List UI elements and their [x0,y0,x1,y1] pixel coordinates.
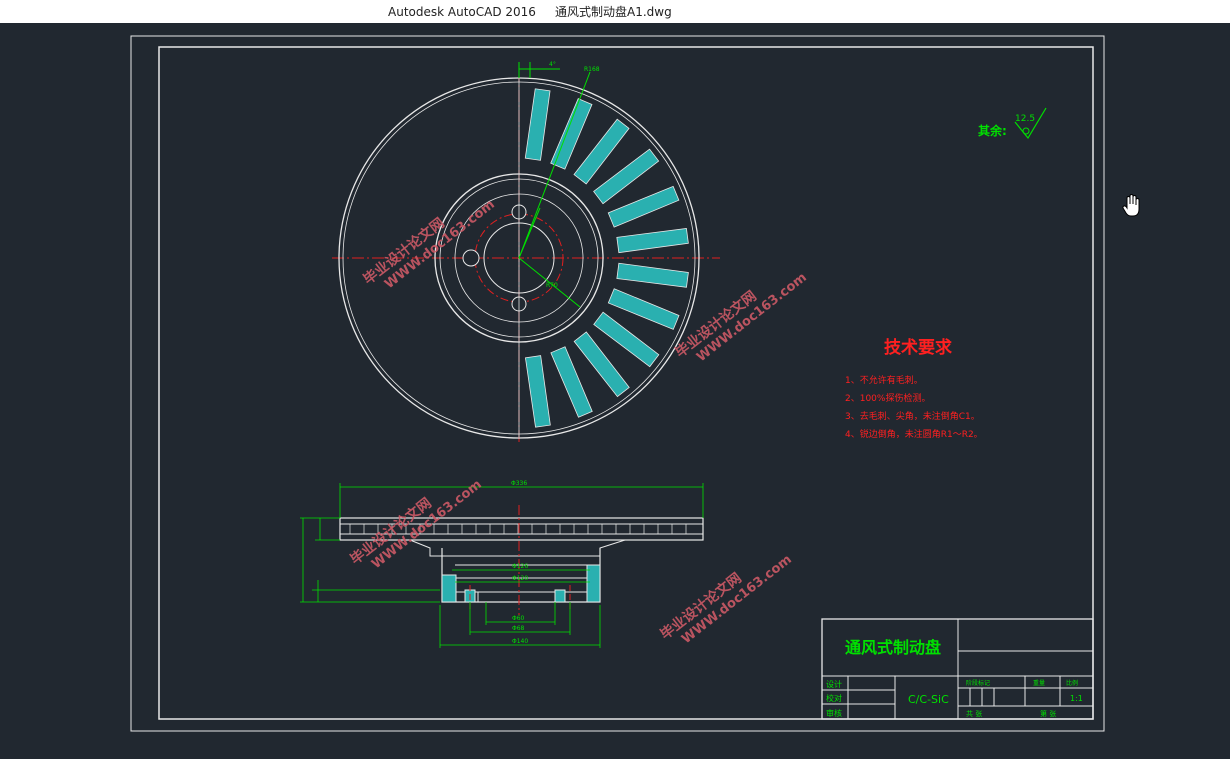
dim-r-vent: R168 [584,66,600,73]
dim-r-hub: R70 [546,282,558,289]
dim-d140: Φ140 [512,638,528,645]
dim-angle: 4° [549,61,556,68]
tech-title: 技术要求 [884,337,952,358]
hand-pan-cursor-icon [1122,193,1140,217]
vent-slot [616,227,689,254]
tech-item: 4、锐边倒角，未注圆角R1～R2。 [845,428,983,440]
part-name: 通风式制动盘 [845,638,941,657]
row-design: 设计 [826,679,842,689]
tech-item: 3、去毛刺、尖角，未注倒角C1。 [845,410,980,422]
sheet-total: 共 张 [966,709,982,718]
title-block [821,618,1094,720]
vent-slot [607,185,680,228]
model-space-canvas[interactable]: 4° R168 R70 Φ336 Φ126 Φ120 Φ60 Φ68 Φ140 … [0,23,1230,759]
vent-slot [607,288,680,330]
dim-d68: Φ68 [512,625,525,632]
roughness-value: 12.5 [1015,114,1035,124]
dim-d120: Φ120 [512,575,528,582]
material: C/C-SiC [908,693,949,706]
vent-slot [616,262,689,288]
dim-d60: Φ60 [512,615,525,622]
row-approve: 审核 [826,708,842,718]
section-dimension-text: Φ336 Φ126 Φ120 Φ60 Φ68 Φ140 [511,480,528,645]
surface-note: 其余: [978,123,1007,138]
surface-roughness: 其余: 12.5 [978,107,1047,140]
window-title: Autodesk AutoCAD 2016 通风式制动盘A1.dwg [388,5,672,19]
sheet-number: 第 张 [1040,709,1056,718]
col-weight: 重量 [1033,679,1045,687]
tech-item: 1、不允许有毛刺。 [845,374,923,386]
vent-slot [524,355,551,428]
row-check: 校对 [826,693,842,703]
technical-requirements: 技术要求 1、不允许有毛刺。 2、100%探伤检测。 3、去毛刺、尖角，未注倒角… [845,337,983,440]
vent-slot [524,88,551,161]
dim-outer-diameter: Φ336 [511,480,527,487]
watermarks: 毕业设计论文网 WWW.doc163.com 毕业设计论文网 WWW.doc16… [347,197,810,647]
scale-value: 1:1 [1070,694,1083,703]
vent-slot [550,346,593,418]
dim-d126: Φ126 [512,563,528,570]
title-bar: Autodesk AutoCAD 2016 通风式制动盘A1.dwg [0,0,1230,23]
col-stage: 阶段标记 [966,679,990,687]
col-scale: 比例 [1066,679,1078,687]
tech-item: 2、100%探伤检测。 [845,392,930,404]
